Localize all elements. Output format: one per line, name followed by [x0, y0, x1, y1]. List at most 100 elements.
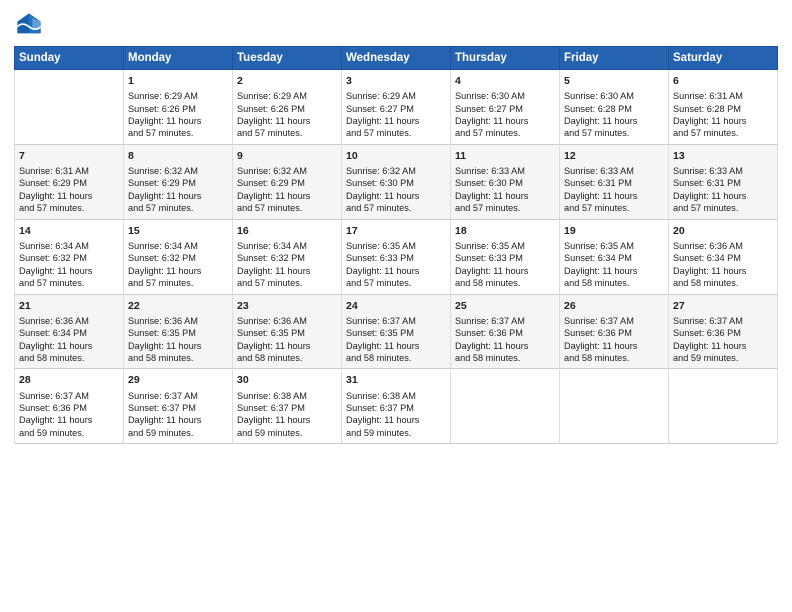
day-info-line: Sunrise: 6:36 AM: [237, 315, 337, 327]
day-info-line: Sunrise: 6:32 AM: [346, 165, 446, 177]
day-number: 4: [455, 74, 555, 88]
day-number: 8: [128, 149, 228, 163]
day-number: 2: [237, 74, 337, 88]
day-number: 1: [128, 74, 228, 88]
day-info-line: Sunset: 6:34 PM: [673, 252, 773, 264]
day-info-line: Sunset: 6:29 PM: [19, 177, 119, 189]
day-number: 15: [128, 224, 228, 238]
day-info-line: Daylight: 11 hours: [673, 190, 773, 202]
day-info-line: Sunrise: 6:37 AM: [346, 315, 446, 327]
day-number: 28: [19, 373, 119, 387]
day-info-line: and 57 minutes.: [19, 277, 119, 289]
day-info-line: and 57 minutes.: [564, 127, 664, 139]
day-info-line: Sunset: 6:33 PM: [455, 252, 555, 264]
day-info-line: Sunset: 6:32 PM: [19, 252, 119, 264]
day-info-line: Sunrise: 6:31 AM: [673, 90, 773, 102]
day-info-line: Sunset: 6:32 PM: [237, 252, 337, 264]
day-info-line: and 57 minutes.: [237, 277, 337, 289]
day-number: 23: [237, 299, 337, 313]
day-info-line: Sunset: 6:29 PM: [128, 177, 228, 189]
calendar-cell: 16Sunrise: 6:34 AMSunset: 6:32 PMDayligh…: [233, 219, 342, 294]
calendar-week-row: 28Sunrise: 6:37 AMSunset: 6:36 PMDayligh…: [15, 369, 778, 444]
day-number: 5: [564, 74, 664, 88]
calendar-cell: 1 Sunrise: 6:29 AMSunset: 6:26 PMDaylight…: [124, 70, 233, 145]
day-info-line: Sunset: 6:26 PM: [237, 103, 337, 115]
day-info-line: and 57 minutes.: [673, 127, 773, 139]
calendar-cell: 13Sunrise: 6:33 AMSunset: 6:31 PMDayligh…: [669, 144, 778, 219]
day-number: 16: [237, 224, 337, 238]
day-info-line: Daylight: 11 hours: [19, 340, 119, 352]
day-info-line: and 57 minutes.: [128, 127, 228, 139]
day-info-line: and 57 minutes.: [128, 277, 228, 289]
calendar-week-row: 7Sunrise: 6:31 AMSunset: 6:29 PMDaylight…: [15, 144, 778, 219]
calendar-body: 1Sunrise: 6:29 AMSunset: 6:26 PMDaylight…: [15, 70, 778, 444]
day-info-line: and 58 minutes.: [564, 352, 664, 364]
day-info-line: Sunrise: 6:36 AM: [19, 315, 119, 327]
day-info-line: Sunset: 6:27 PM: [346, 103, 446, 115]
day-info-line: Sunrise: 6:34 AM: [237, 240, 337, 252]
day-number: 29: [128, 373, 228, 387]
day-info-line: Daylight: 11 hours: [128, 414, 228, 426]
day-number: 20: [673, 224, 773, 238]
day-info-line: Daylight: 11 hours: [455, 340, 555, 352]
day-info-line: Sunset: 6:30 PM: [346, 177, 446, 189]
day-info-line: Daylight: 11 hours: [455, 265, 555, 277]
day-info-line: Sunset: 6:35 PM: [128, 327, 228, 339]
day-number: 17: [346, 224, 446, 238]
day-info-line: Sunrise: 6:29 AM: [346, 90, 446, 102]
calendar-cell: 24Sunrise: 6:37 AMSunset: 6:35 PMDayligh…: [342, 294, 451, 369]
day-info-line: Sunset: 6:37 PM: [237, 402, 337, 414]
day-info-line: Sunrise: 6:33 AM: [673, 165, 773, 177]
calendar-cell: 28Sunrise: 6:37 AMSunset: 6:36 PMDayligh…: [15, 369, 124, 444]
day-number: 10: [346, 149, 446, 163]
day-info-line: Daylight: 11 hours: [19, 414, 119, 426]
calendar-cell: [560, 369, 669, 444]
day-info-line: Daylight: 11 hours: [346, 190, 446, 202]
day-info-line: Daylight: 11 hours: [564, 265, 664, 277]
day-info-line: and 57 minutes.: [455, 202, 555, 214]
day-info-line: Sunrise: 6:37 AM: [128, 390, 228, 402]
day-info-line: Sunrise: 6:35 AM: [455, 240, 555, 252]
calendar-cell: 12Sunrise: 6:33 AMSunset: 6:31 PMDayligh…: [560, 144, 669, 219]
calendar-cell: 29Sunrise: 6:37 AMSunset: 6:37 PMDayligh…: [124, 369, 233, 444]
day-info-line: and 58 minutes.: [19, 352, 119, 364]
header-day: Monday: [124, 47, 233, 70]
day-info-line: Sunrise: 6:33 AM: [564, 165, 664, 177]
day-info-line: Sunset: 6:36 PM: [673, 327, 773, 339]
day-number: 24: [346, 299, 446, 313]
day-info-line: Sunrise: 6:35 AM: [564, 240, 664, 252]
day-info-line: and 57 minutes.: [128, 202, 228, 214]
day-info-line: Daylight: 11 hours: [564, 115, 664, 127]
day-info-line: Daylight: 11 hours: [237, 190, 337, 202]
calendar-cell: 15Sunrise: 6:34 AMSunset: 6:32 PMDayligh…: [124, 219, 233, 294]
day-info-line: Sunset: 6:34 PM: [19, 327, 119, 339]
day-info-line: Sunset: 6:26 PM: [128, 103, 228, 115]
calendar-cell: 6Sunrise: 6:31 AMSunset: 6:28 PMDaylight…: [669, 70, 778, 145]
day-number: 19: [564, 224, 664, 238]
day-info-line: Sunset: 6:36 PM: [455, 327, 555, 339]
day-info-line: Daylight: 11 hours: [128, 115, 228, 127]
day-info-line: Sunset: 6:35 PM: [346, 327, 446, 339]
day-info-line: Sunrise: 6:32 AM: [237, 165, 337, 177]
day-number: 30: [237, 373, 337, 387]
day-info-line: and 57 minutes.: [19, 202, 119, 214]
calendar-cell: 27Sunrise: 6:37 AMSunset: 6:36 PMDayligh…: [669, 294, 778, 369]
day-number: 22: [128, 299, 228, 313]
day-info-line: Sunrise: 6:35 AM: [346, 240, 446, 252]
calendar-cell: 10 Sunrise: 6:32 AMSunset: 6:30 PMDayligh…: [342, 144, 451, 219]
calendar-cell: 18Sunrise: 6:35 AMSunset: 6:33 PMDayligh…: [451, 219, 560, 294]
day-info-line: Daylight: 11 hours: [673, 340, 773, 352]
day-number: 21: [19, 299, 119, 313]
day-info-line: Daylight: 11 hours: [673, 115, 773, 127]
day-info-line: Daylight: 11 hours: [237, 414, 337, 426]
calendar-cell: 5Sunrise: 6:30 AMSunset: 6:28 PMDaylight…: [560, 70, 669, 145]
day-number: 7: [19, 149, 119, 163]
day-info-line: and 58 minutes.: [455, 277, 555, 289]
calendar-cell: 20Sunrise: 6:36 AMSunset: 6:34 PMDayligh…: [669, 219, 778, 294]
calendar-cell: 31Sunrise: 6:38 AMSunset: 6:37 PMDayligh…: [342, 369, 451, 444]
day-info-line: and 57 minutes.: [346, 202, 446, 214]
day-number: 14: [19, 224, 119, 238]
calendar-cell: 30Sunrise: 6:38 AMSunset: 6:37 PMDayligh…: [233, 369, 342, 444]
day-info-line: Sunset: 6:34 PM: [564, 252, 664, 264]
day-info-line: Sunrise: 6:29 AM: [128, 90, 228, 102]
